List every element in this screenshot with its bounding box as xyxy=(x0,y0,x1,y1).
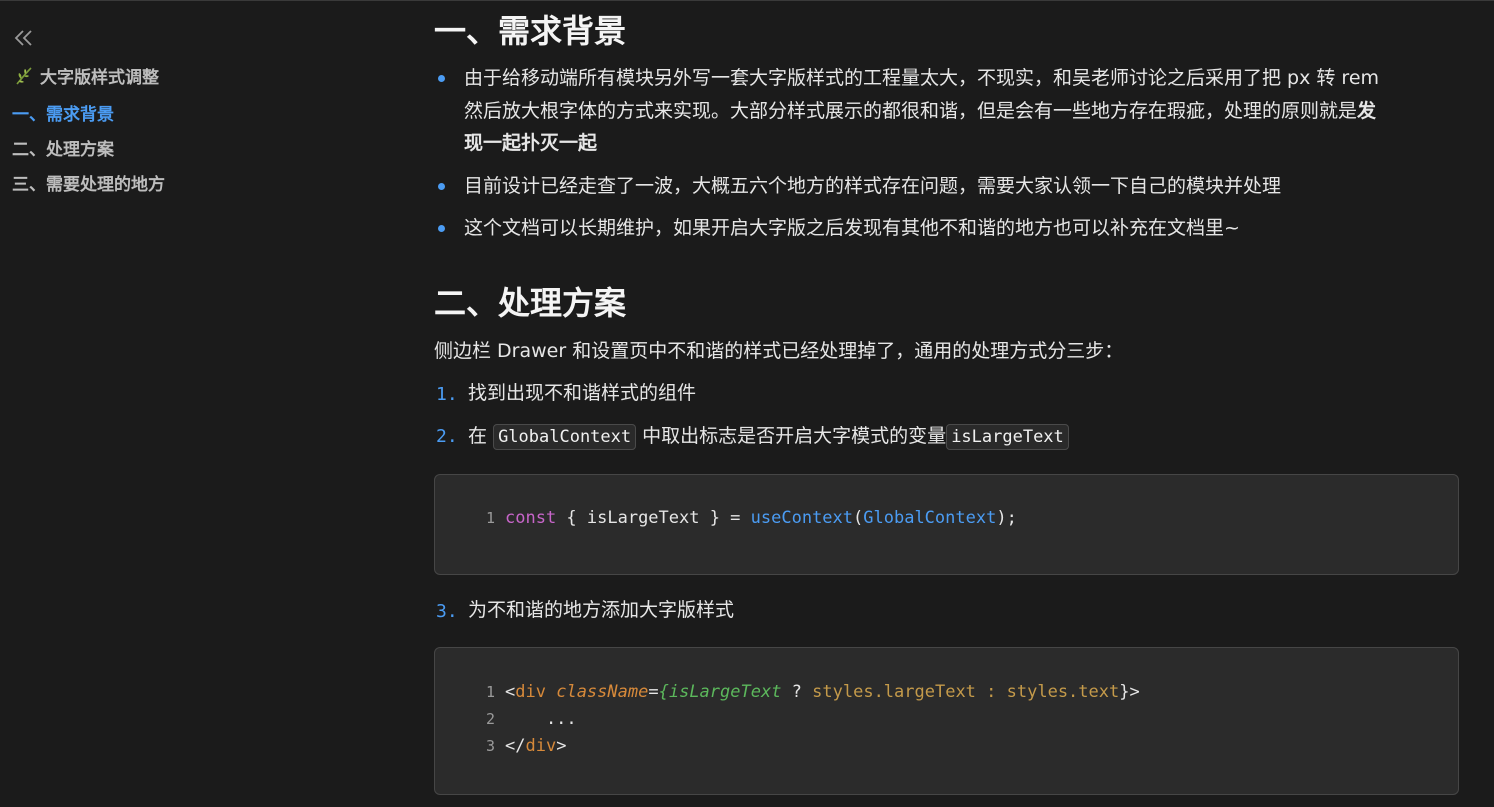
line-number: 3 xyxy=(485,737,495,755)
toc-sidebar: 大字版样式调整 一、需求背景 二、处理方案 三、需要处理的地方 xyxy=(0,0,300,807)
step-2-mid: 中取出标志是否开启大字模式的变量 xyxy=(642,425,947,447)
bullet-1-line-1: 由于给移动端所有模块另外写一套大字版样式的工程量太大，不现实，和吴老师讨论之后采… xyxy=(464,67,1380,89)
code-line: 2 ... xyxy=(481,706,577,733)
code-text: ); xyxy=(996,508,1017,528)
code-tag: div xyxy=(525,736,557,756)
code-tag: div xyxy=(515,682,546,702)
code-line: 1 const { isLargeText } = useContext(Glob… xyxy=(481,505,1017,532)
step-3-text: 为不和谐的地方添加大字版样式 xyxy=(468,599,735,621)
solution-intro: 侧边栏 Drawer 和设置页中不和谐的样式已经处理掉了，通用的处理方式分三步： xyxy=(434,340,1124,362)
bullet-2: 目前设计已经走查了一波，大概五六个地方的样式存在问题，需要大家认领一下自己的模块… xyxy=(464,175,1282,197)
code-attr: className xyxy=(556,682,649,702)
toc-doc-title[interactable]: 大字版样式调整 xyxy=(14,63,159,88)
code-member: styles.largeText xyxy=(812,682,976,702)
code-block-context[interactable]: 1 const { isLargeText } = useContext(Glob… xyxy=(434,474,1459,575)
code-punct: > xyxy=(556,736,567,756)
code-member: styles.text xyxy=(1006,682,1120,702)
code-function: useContext xyxy=(750,508,854,528)
step-2-pre: 在 xyxy=(468,425,488,447)
code-punct: = xyxy=(648,682,659,702)
code-line: 1 <div className={isLargeText ? styles.la… xyxy=(481,679,1140,706)
line-number: 2 xyxy=(485,710,495,728)
bullet-3: 这个文档可以长期维护，如果开启大字版之后发现有其他不和谐的地方也可以补充在文档里… xyxy=(464,217,1240,239)
code-line: 3 </div> xyxy=(481,733,566,760)
code-text: { isLargeText } = xyxy=(556,508,751,528)
toc-doc-title-label: 大字版样式调整 xyxy=(40,68,159,88)
herb-icon xyxy=(16,66,32,85)
code-block-jsx[interactable]: 1 <div className={isLargeText ? styles.la… xyxy=(434,647,1459,795)
bullet-1-bold-start: 发 xyxy=(1357,100,1377,122)
code-punct: } xyxy=(1119,682,1130,702)
step-3-number: 3. xyxy=(436,601,458,622)
code-expr: isLargeText xyxy=(668,682,782,702)
code-text: ... xyxy=(505,709,577,729)
bullet-1-line-2: 然后放大根字体的方式来实现。大部分样式展示的都很和谐，但是会有一些地方存在瑕疵，… xyxy=(464,95,1376,128)
bullet-dot xyxy=(438,75,445,82)
bullet-1-line-2-text: 然后放大根字体的方式来实现。大部分样式展示的都很和谐，但是会有一些地方存在瑕疵，… xyxy=(464,100,1358,122)
toc-item-solution[interactable]: 二、处理方案 xyxy=(12,135,114,160)
code-punct: > xyxy=(1129,682,1140,702)
bullet-dot xyxy=(438,225,445,232)
step-2-text: 在 GlobalContext 中取出标志是否开启大字模式的变量 isLargeT… xyxy=(468,420,1069,454)
inline-code-globalcontext: GlobalContext xyxy=(493,424,637,450)
bullet-1-line-3-bold: 现一起扑灭一起 xyxy=(464,132,598,154)
code-punct: < xyxy=(505,682,516,702)
step-1-number: 1. xyxy=(436,384,458,405)
line-number: 1 xyxy=(485,509,495,527)
code-keyword: const xyxy=(505,508,557,528)
collapse-sidebar-button[interactable] xyxy=(12,26,36,50)
step-1-text: 找到出现不和谐样式的组件 xyxy=(468,382,697,404)
heading-solution: 二、处理方案 xyxy=(434,284,627,322)
bullet-dot xyxy=(438,183,445,190)
line-number: 1 xyxy=(485,683,495,701)
code-punct: : xyxy=(975,682,1007,702)
code-text: ( xyxy=(853,508,864,528)
code-punct: { xyxy=(658,682,669,702)
code-punct: ? xyxy=(781,682,813,702)
double-chevron-left-icon xyxy=(14,30,32,46)
inline-code-islargetext: isLargeText xyxy=(946,424,1069,450)
toc-item-background[interactable]: 一、需求背景 xyxy=(12,100,114,125)
code-punct: </ xyxy=(505,736,526,756)
heading-background: 一、需求背景 xyxy=(434,12,627,50)
step-2-number: 2. xyxy=(436,426,458,447)
toc-item-todo-places[interactable]: 三、需要处理的地方 xyxy=(12,170,165,195)
code-argument: GlobalContext xyxy=(863,508,997,528)
